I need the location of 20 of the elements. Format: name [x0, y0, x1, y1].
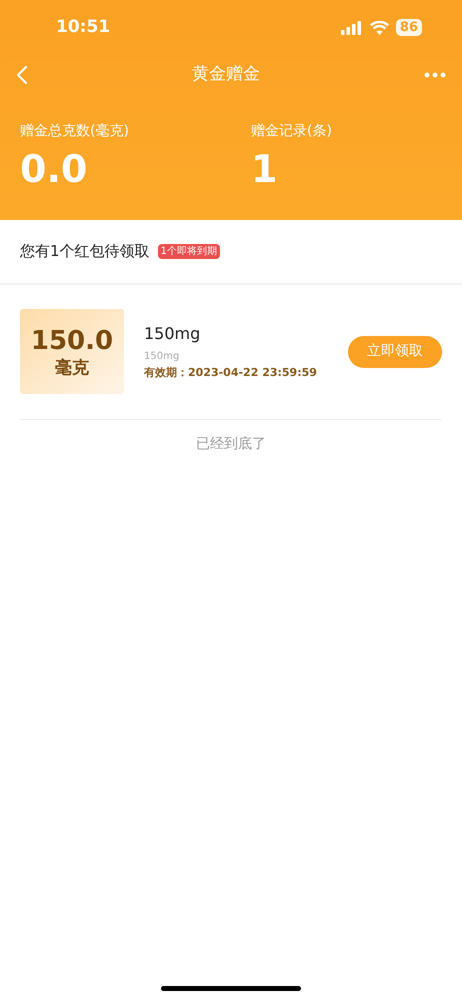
stat-label: 赠金总克数(毫克)	[20, 122, 129, 141]
status-time: 10:51	[56, 16, 110, 39]
back-icon[interactable]	[16, 65, 28, 85]
notice-text: 您有1个红包待领取	[20, 241, 150, 262]
stat-value: 1	[251, 146, 278, 193]
expiry-badge: 1个即将到期	[158, 244, 220, 259]
item-subtitle: 150mg	[144, 350, 180, 364]
amount-unit: 毫克	[55, 356, 89, 378]
claim-button[interactable]: 立即领取	[348, 336, 442, 368]
more-icon[interactable]	[424, 72, 446, 78]
stat-label: 赠金记录(条)	[251, 122, 332, 141]
item-title: 150mg	[144, 322, 202, 344]
stat-value: 0.0	[20, 146, 88, 193]
amount-value: 150.0	[30, 324, 114, 356]
signal-icon	[340, 20, 363, 34]
end-of-list-text: 已经到底了	[195, 435, 267, 454]
validity-text: 有效期：2023-04-22 23:59:59	[144, 364, 318, 380]
wifi-icon	[370, 20, 389, 34]
page-title: 黄金赠金	[192, 63, 260, 86]
battery-icon: 86	[396, 19, 422, 36]
